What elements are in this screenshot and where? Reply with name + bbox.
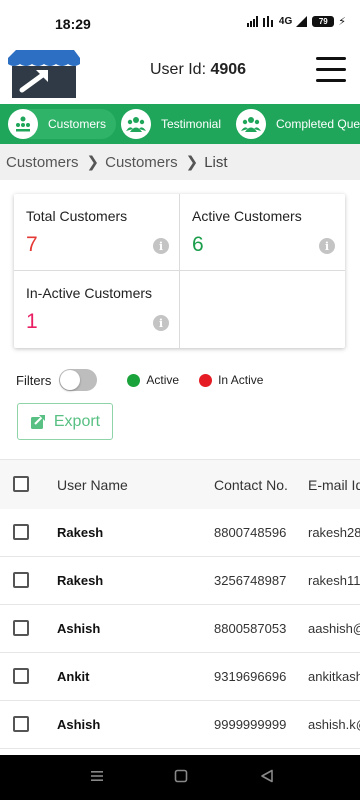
legend-label: Active <box>146 373 180 387</box>
cell-email: rakesh11 <box>308 573 360 588</box>
charging-icon: ⚡ <box>338 16 346 28</box>
signal-icon-2 <box>296 16 308 27</box>
network-type: 4G <box>278 16 293 27</box>
table-row[interactable]: Ashish 9999999999 ashish.k@ <box>0 701 360 749</box>
legend-label: In Active <box>218 373 264 387</box>
status-time: 18:29 <box>55 16 91 32</box>
cell-email: aashish@ <box>308 621 360 636</box>
cell-email: rakesh28 <box>308 525 360 540</box>
row-checkbox[interactable] <box>13 572 29 588</box>
tab-label: Testimonial <box>161 117 222 131</box>
cell-user-name: Ankit <box>57 669 90 684</box>
breadcrumb-item[interactable]: Customers <box>6 154 79 171</box>
customers-table: User Name Contact No. E-mail Id Rakesh 8… <box>0 459 360 755</box>
cell-contact: 8800587053 <box>214 621 287 636</box>
store-logo-icon[interactable] <box>4 48 84 100</box>
user-id-value: 4906 <box>210 61 247 78</box>
system-nav-bar <box>0 755 360 800</box>
table-row[interactable]: Ankit 9319696696 ankitkash <box>0 653 360 701</box>
export-icon <box>30 414 45 429</box>
stat-label: Total Customers <box>26 208 128 224</box>
active-dot-icon <box>127 373 141 387</box>
info-icon[interactable]: i <box>153 238 169 254</box>
cell-contact: 8800748596 <box>214 525 287 540</box>
people-icon <box>236 109 266 139</box>
tab-label: Completed Query <box>276 117 360 131</box>
breadcrumb-item[interactable]: Customers <box>105 154 178 171</box>
row-checkbox[interactable] <box>13 716 29 732</box>
people-icon <box>121 109 151 139</box>
user-id: User Id: 4906 <box>150 61 246 79</box>
cell-contact: 3256748987 <box>214 573 287 588</box>
export-button[interactable]: Export <box>17 403 113 440</box>
export-label: Export <box>53 412 101 430</box>
breadcrumb: Customers ❯ Customers ❯ List <box>0 144 360 180</box>
stat-active-customers: Active Customers 6 i <box>180 194 345 270</box>
cell-user-name: Rakesh <box>57 573 104 588</box>
info-icon[interactable]: i <box>153 315 169 331</box>
cell-contact: 9319696696 <box>214 669 287 684</box>
stat-inactive-customers: In-Active Customers 1 i <box>14 271 179 347</box>
menu-icon[interactable] <box>316 57 346 83</box>
cell-email: ankitkash <box>308 669 360 684</box>
cell-user-name: Rakesh <box>57 525 104 540</box>
header-contact[interactable]: Contact No. <box>214 477 288 493</box>
breadcrumb-current: List <box>204 153 228 171</box>
chevron-right-icon: ❯ <box>185 154 199 171</box>
back-icon[interactable] <box>260 769 274 783</box>
cell-email: ashish.k@ <box>308 717 360 732</box>
customer-stats-card: Total Customers 7 i Active Customers 6 i… <box>14 194 345 348</box>
wifi-data-icon <box>262 16 273 27</box>
table-row[interactable]: Rakesh 3256748987 rakesh11 <box>0 557 360 605</box>
cell-user-name: Ashish <box>57 717 101 732</box>
battery-icon: 79 <box>312 16 335 27</box>
stat-value: 6 <box>192 233 204 256</box>
tab-label: Customers <box>48 117 107 131</box>
table-row[interactable]: Rakesh 8800748596 rakesh28 <box>0 509 360 557</box>
info-icon[interactable]: i <box>319 238 335 254</box>
app-header: User Id: 4906 <box>0 38 360 104</box>
table-row[interactable]: Ashish 8800587053 aashish@ <box>0 605 360 653</box>
recents-icon[interactable] <box>90 769 104 783</box>
status-icons: 4G 79 ⚡ <box>246 15 346 28</box>
legend-active[interactable]: Active <box>127 373 179 387</box>
select-all-checkbox[interactable] <box>13 476 29 492</box>
tree-icon <box>8 109 38 139</box>
tab-customers[interactable]: Customers <box>8 109 117 139</box>
tab-completed-query[interactable]: Completed Query <box>236 109 360 139</box>
legend-inactive[interactable]: In Active <box>199 373 263 387</box>
table-header: User Name Contact No. E-mail Id <box>0 459 360 509</box>
home-icon[interactable] <box>174 769 188 783</box>
stat-label: Active Customers <box>192 208 302 224</box>
row-checkbox[interactable] <box>13 620 29 636</box>
cell-contact: 9999999999 <box>214 717 287 732</box>
tab-testimonial[interactable]: Testimonial <box>121 109 231 139</box>
chevron-right-icon: ❯ <box>86 154 100 171</box>
stat-total-customers: Total Customers 7 i <box>14 194 179 270</box>
row-checkbox[interactable] <box>13 668 29 684</box>
row-checkbox[interactable] <box>13 524 29 540</box>
header-user-name[interactable]: User Name <box>57 477 128 493</box>
stat-value: 1 <box>26 310 38 333</box>
header-email[interactable]: E-mail Id <box>308 477 360 493</box>
filters-bar: Filters Active In Active <box>16 366 346 394</box>
inactive-dot-icon <box>199 373 213 387</box>
section-tabs: Customers Testimonial Completed Query <box>0 104 360 144</box>
status-bar: 18:29 4G 79 ⚡ <box>0 0 360 38</box>
stat-value: 7 <box>26 233 38 256</box>
stat-label: In-Active Customers <box>26 285 153 301</box>
cell-user-name: Ashish <box>57 621 101 636</box>
user-id-label: User Id: <box>150 61 207 78</box>
filters-label: Filters <box>16 372 52 388</box>
filters-toggle[interactable] <box>59 369 98 391</box>
signal-icon <box>246 16 258 27</box>
